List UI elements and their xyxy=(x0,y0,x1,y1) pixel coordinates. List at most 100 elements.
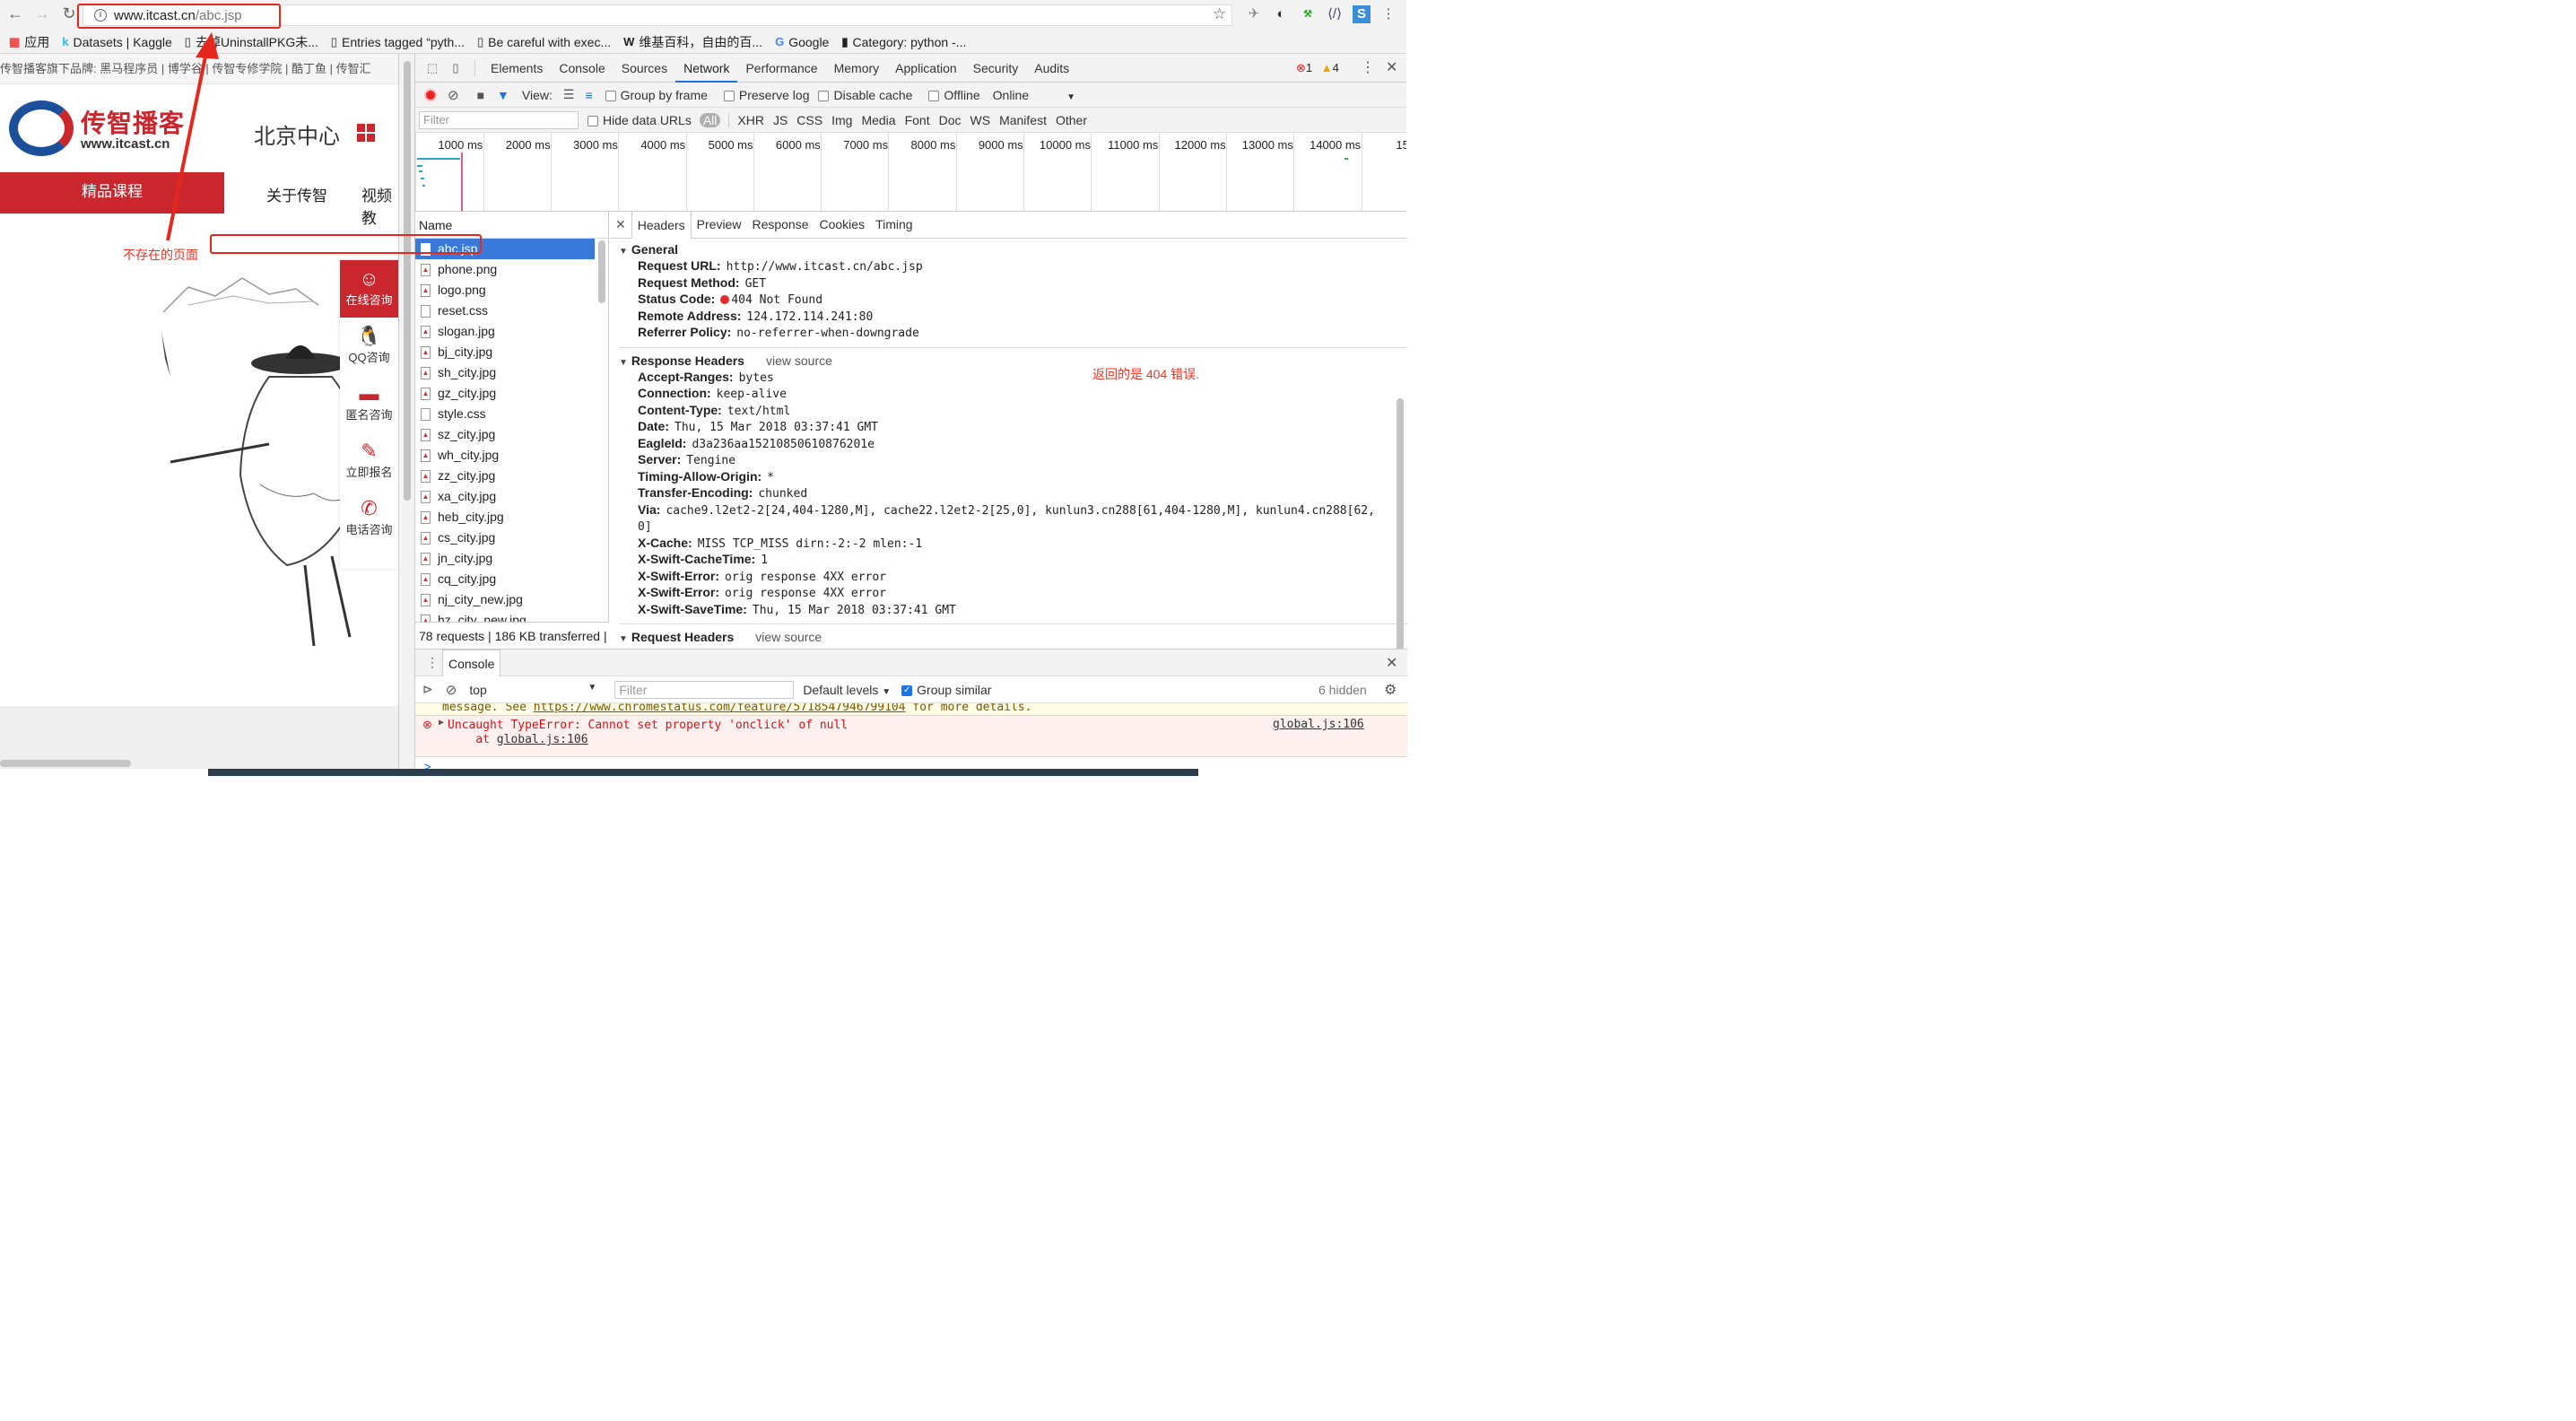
console-tab[interactable]: Console xyxy=(442,649,501,676)
request-row[interactable]: ▲ jn_city.jpg xyxy=(415,548,595,569)
anonymous-consult-button[interactable]: ▬ 匿名咨询 xyxy=(340,375,398,432)
filter-type-css[interactable]: CSS xyxy=(796,113,822,127)
request-row[interactable]: ▲ sz_city.jpg xyxy=(415,424,595,445)
network-filter-input[interactable]: Filter xyxy=(419,110,579,129)
record-icon[interactable] xyxy=(424,88,437,101)
hide-data-urls-checkbox[interactable]: Hide data URLs xyxy=(587,113,692,127)
menu-kebab-icon[interactable]: ⋮ xyxy=(1379,5,1397,23)
close-drawer-icon[interactable]: ✕ xyxy=(1386,654,1397,672)
error-warning-counts[interactable]: ⊗1 ▲4 xyxy=(1296,54,1339,83)
error-source-link[interactable]: global.js:106 xyxy=(1273,718,1364,731)
nav-item-courses[interactable]: 精品课程 xyxy=(0,172,224,214)
group-by-frame-checkbox[interactable]: Group by frame xyxy=(605,88,708,102)
tab-elements[interactable]: Elements xyxy=(483,54,551,83)
request-row[interactable]: ▲ bj_city.jpg xyxy=(415,342,595,362)
request-row[interactable]: ▲ sh_city.jpg xyxy=(415,362,595,383)
tab-memory[interactable]: Memory xyxy=(826,54,888,83)
mask-extension-icon[interactable]: ◐ xyxy=(1272,5,1290,23)
detail-tab-response[interactable]: Response xyxy=(746,212,814,238)
sidebar-toggle-icon[interactable]: ⊳ xyxy=(422,682,433,697)
request-row[interactable]: ▲ nj_city_new.jpg xyxy=(415,589,595,610)
request-row[interactable]: ▲ logo.png xyxy=(415,280,595,301)
filter-type-ws[interactable]: WS xyxy=(970,113,991,127)
filter-funnel-icon[interactable]: ▼ xyxy=(497,88,509,102)
console-settings-gear-icon[interactable]: ⚙ xyxy=(1384,681,1397,699)
filter-type-js[interactable]: JS xyxy=(773,113,788,127)
view-source-link[interactable]: view source xyxy=(755,630,822,644)
signup-button[interactable]: ✎ 立即报名 xyxy=(340,432,398,490)
detail-tab-timing[interactable]: Timing xyxy=(870,212,918,238)
filter-type-manifest[interactable]: Manifest xyxy=(999,113,1047,127)
console-filter-input[interactable]: Filter xyxy=(614,680,795,699)
disable-cache-checkbox[interactable]: Disable cache xyxy=(818,88,912,102)
throttle-select[interactable]: Online ▼ xyxy=(993,88,1075,102)
detail-tab-headers[interactable]: Headers xyxy=(631,212,692,239)
filter-type-img[interactable]: Img xyxy=(831,113,852,127)
nav-item-about[interactable]: 关于传智 xyxy=(266,183,327,205)
bookmark-item[interactable]: G Google xyxy=(775,35,829,49)
list-view-icon[interactable]: ☰ xyxy=(563,87,575,102)
tab-console[interactable]: Console xyxy=(551,54,613,83)
tab-performance[interactable]: Performance xyxy=(737,54,825,83)
forward-arrow-icon[interactable]: → xyxy=(29,4,56,23)
close-devtools-icon[interactable]: ✕ xyxy=(1386,54,1397,83)
bookmark-item[interactable]: W 维基百科，自由的百... xyxy=(623,33,762,51)
horizontal-scrollbar[interactable] xyxy=(0,760,131,767)
detail-tab-cookies[interactable]: Cookies xyxy=(814,212,871,238)
tab-network[interactable]: Network xyxy=(675,54,738,83)
filter-type-other[interactable]: Other xyxy=(1056,113,1087,127)
clear-icon[interactable]: ⊘ xyxy=(448,87,459,103)
back-arrow-icon[interactable]: ← xyxy=(2,4,29,23)
filter-type-doc[interactable]: Doc xyxy=(939,113,962,127)
filter-type-all[interactable]: All xyxy=(699,112,721,127)
center-name[interactable]: 北京中心 xyxy=(254,118,340,150)
request-row[interactable]: style.css xyxy=(415,404,595,424)
log-levels-select[interactable]: Default levels ▼ xyxy=(803,683,891,697)
request-row[interactable]: ▲ cq_city.jpg xyxy=(415,569,595,589)
request-row[interactable]: ▲ gz_city.jpg xyxy=(415,383,595,404)
qq-consult-button[interactable]: 🐧 QQ咨询 xyxy=(340,318,398,375)
drawer-menu-icon[interactable]: ⋮ xyxy=(426,655,439,670)
s-extension-icon[interactable]: S xyxy=(1353,5,1371,23)
request-list-scrollbar[interactable] xyxy=(598,240,605,303)
clear-console-icon[interactable]: ⊘ xyxy=(446,682,457,698)
request-row[interactable]: ▲ slogan.jpg xyxy=(415,321,595,342)
bookmark-item[interactable]: ▯ Entries tagged “pyth... xyxy=(331,35,465,49)
request-row[interactable]: ▲ cs_city.jpg xyxy=(415,527,595,548)
bookmark-item[interactable]: ▯ Be careful with exec... xyxy=(477,35,611,49)
devtools-menu-icon[interactable]: ⋮ xyxy=(1361,54,1375,83)
site-logo[interactable]: 传智播客 www.itcast.cn xyxy=(9,97,197,169)
offline-checkbox[interactable]: Offline xyxy=(928,88,980,102)
request-row[interactable]: ▲ phone.png xyxy=(415,259,595,280)
bookmark-star-icon[interactable]: ☆ xyxy=(1213,5,1226,23)
camera-icon[interactable]: ■ xyxy=(477,88,484,102)
close-detail-icon[interactable]: ✕ xyxy=(615,217,626,232)
preserve-log-checkbox[interactable]: Preserve log xyxy=(723,88,809,102)
page-vertical-scrollbar[interactable] xyxy=(398,54,414,776)
response-headers-section-header[interactable]: ▼ Response Headers view source xyxy=(610,352,1407,370)
bookmark-item[interactable]: ▦ 应用 xyxy=(9,33,49,51)
scroll-thumb[interactable] xyxy=(404,61,411,501)
general-section-header[interactable]: ▼ General xyxy=(610,240,1407,258)
filter-type-xhr[interactable]: XHR xyxy=(737,113,764,127)
tab-audits[interactable]: Audits xyxy=(1026,54,1077,83)
tools-extension-icon[interactable]: ⚒ xyxy=(1299,5,1317,23)
detail-tab-preview[interactable]: Preview xyxy=(692,212,747,238)
bookmark-item[interactable]: ▯ 去掉UninstallPKG未... xyxy=(185,33,318,51)
context-select[interactable]: top ▼ xyxy=(469,683,596,697)
bookmark-item[interactable]: k Datasets | Kaggle xyxy=(62,35,172,49)
phone-consult-button[interactable]: ✆ 电话咨询 xyxy=(340,490,398,547)
tab-security[interactable]: Security xyxy=(965,54,1027,83)
group-similar-checkbox[interactable]: ✓ Group similar xyxy=(901,683,991,697)
request-row[interactable]: ▲ heb_city.jpg xyxy=(415,507,595,527)
device-toggle-icon[interactable]: ▯ xyxy=(444,61,467,75)
bookmark-item[interactable]: ▮ Category: python -... xyxy=(841,35,966,49)
grid-icon[interactable] xyxy=(357,124,375,142)
request-row[interactable]: ▲ xa_city.jpg xyxy=(415,486,595,507)
nav-item-video[interactable]: 视频教 xyxy=(361,183,398,228)
filter-type-media[interactable]: Media xyxy=(861,113,895,127)
online-consult-button[interactable]: ☺ 在线咨询 xyxy=(340,260,398,318)
request-row[interactable]: reset.css xyxy=(415,301,595,321)
bird-extension-icon[interactable]: ✈ xyxy=(1245,5,1263,23)
inspect-cursor-icon[interactable]: ⬚ xyxy=(421,61,444,75)
